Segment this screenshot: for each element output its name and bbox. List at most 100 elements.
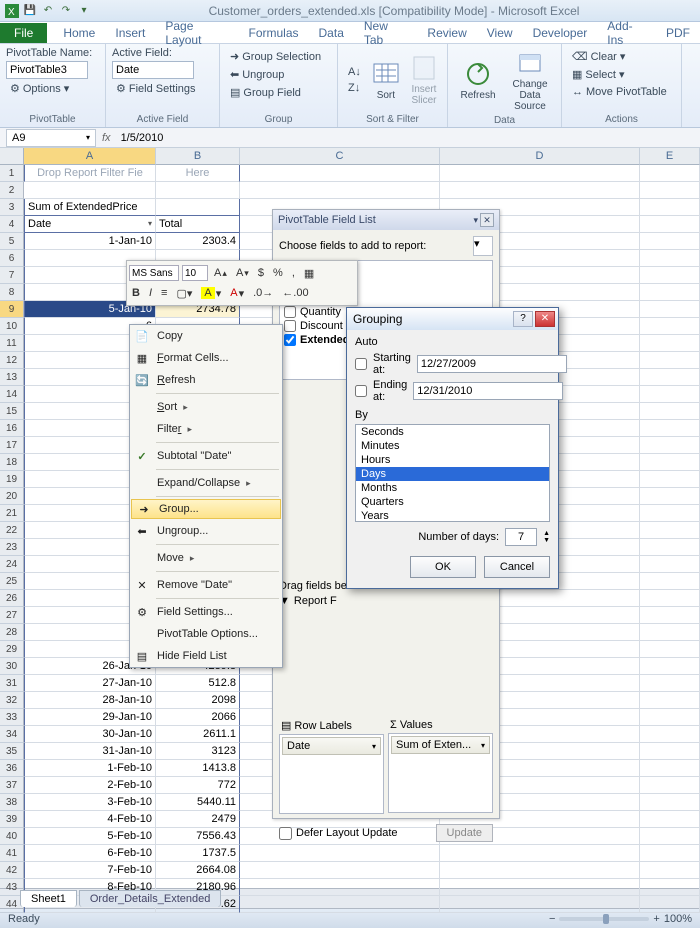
increase-font-icon[interactable]: A▴ (211, 267, 230, 279)
tab-developer[interactable]: Developer (523, 23, 598, 43)
date-cell[interactable]: 5-Feb-10 (24, 828, 156, 845)
cell[interactable]: Here (156, 165, 240, 182)
row-hdr[interactable]: 1 (0, 165, 24, 182)
date-cell[interactable]: 3-Feb-10 (24, 794, 156, 811)
cell[interactable] (240, 862, 440, 879)
cell[interactable] (640, 675, 700, 692)
row-hdr[interactable]: 15 (0, 403, 24, 420)
refresh-button[interactable]: Refresh (454, 47, 502, 114)
cell[interactable] (24, 182, 156, 199)
cell[interactable] (640, 590, 700, 607)
cell[interactable] (640, 216, 700, 233)
by-option[interactable]: Years (356, 509, 549, 522)
total-header-cell[interactable]: Total (156, 216, 240, 233)
row-hdr[interactable]: 41 (0, 845, 24, 862)
by-option[interactable]: Minutes (356, 439, 549, 453)
value-cell[interactable]: 2664.08 (156, 862, 240, 879)
tab-insert[interactable]: Insert (105, 23, 155, 43)
row-hdr[interactable]: 37 (0, 777, 24, 794)
ctx-refresh[interactable]: 🔄Refresh (130, 369, 282, 391)
cell[interactable] (640, 471, 700, 488)
ending-input[interactable] (413, 382, 563, 400)
align-icon[interactable]: ≡ (158, 287, 170, 299)
value-cell[interactable]: 512.8 (156, 675, 240, 692)
mini-font[interactable] (129, 265, 179, 281)
tab-pdf[interactable]: PDF (656, 23, 700, 43)
cell[interactable] (440, 862, 640, 879)
value-cell[interactable]: 1413.8 (156, 760, 240, 777)
cell[interactable] (440, 896, 640, 913)
row-hdr[interactable]: 19 (0, 471, 24, 488)
cell[interactable] (640, 845, 700, 862)
value-cell[interactable]: 5440.11 (156, 794, 240, 811)
date-header-cell[interactable]: Date (24, 216, 156, 233)
cell[interactable] (640, 709, 700, 726)
cell[interactable] (640, 556, 700, 573)
date-cell[interactable]: 28-Jan-10 (24, 692, 156, 709)
by-option[interactable]: Hours (356, 453, 549, 467)
field-list-close-icon[interactable]: ✕ (480, 213, 494, 227)
ctx-ungroup[interactable]: ⬅Ungroup... (130, 520, 282, 542)
cell[interactable] (640, 879, 700, 896)
col-hdr-a[interactable]: A (24, 148, 156, 165)
cell[interactable] (640, 301, 700, 318)
field-settings-button[interactable]: ⚙Field Settings (112, 81, 213, 96)
filter-drop-area[interactable]: Drop Report Filter Fie (24, 165, 156, 182)
row-hdr[interactable]: 29 (0, 641, 24, 658)
col-hdr-b[interactable]: B (156, 148, 240, 165)
row-hdr[interactable]: 32 (0, 692, 24, 709)
col-hdr-d[interactable]: D (440, 148, 640, 165)
group-field-button[interactable]: ▤Group Field (226, 85, 331, 100)
cell[interactable] (640, 182, 700, 199)
row-hdr[interactable]: 13 (0, 369, 24, 386)
row-hdr[interactable]: 28 (0, 624, 24, 641)
row-hdr[interactable]: 33 (0, 709, 24, 726)
row-hdr[interactable]: 30 (0, 658, 24, 675)
cell[interactable] (640, 896, 700, 913)
cell[interactable] (640, 828, 700, 845)
ctx-subtotal[interactable]: ✓Subtotal "Date" (130, 445, 282, 467)
cell[interactable] (640, 352, 700, 369)
ok-button[interactable]: OK (410, 556, 476, 578)
move-pt-button[interactable]: ↔Move PivotTable (568, 85, 675, 99)
cell[interactable] (640, 726, 700, 743)
date-cell[interactable]: 30-Jan-10 (24, 726, 156, 743)
date-cell[interactable]: 4-Feb-10 (24, 811, 156, 828)
cell[interactable] (640, 539, 700, 556)
cell[interactable] (640, 199, 700, 216)
redo-icon[interactable]: ↷ (58, 3, 74, 19)
value-cell[interactable]: 1737.5 (156, 845, 240, 862)
ctx-field-settings[interactable]: ⚙Field Settings... (130, 601, 282, 623)
tab-review[interactable]: Review (417, 23, 476, 43)
cell[interactable] (440, 182, 640, 199)
row-hdr[interactable]: 18 (0, 454, 24, 471)
by-option[interactable]: Days (356, 467, 549, 481)
tab-view[interactable]: View (477, 23, 523, 43)
fx-icon[interactable]: fx (96, 132, 117, 144)
cell[interactable] (440, 165, 640, 182)
cell[interactable] (640, 692, 700, 709)
ctx-remove[interactable]: ✕Remove "Date" (130, 574, 282, 596)
undo-icon[interactable]: ↶ (40, 3, 56, 19)
change-source-button[interactable]: Change Data Source (506, 47, 554, 114)
cell[interactable] (240, 896, 440, 913)
cell[interactable] (156, 182, 240, 199)
col-hdr-e[interactable]: E (640, 148, 700, 165)
decrease-font-icon[interactable]: A▾ (233, 267, 252, 279)
border-icon[interactable]: ▢▾ (173, 287, 195, 300)
cell[interactable] (640, 369, 700, 386)
value-cell[interactable]: 2098 (156, 692, 240, 709)
cell[interactable] (640, 760, 700, 777)
cell[interactable] (640, 233, 700, 250)
row-hdr[interactable]: 8 (0, 284, 24, 301)
cell[interactable] (640, 607, 700, 624)
row-hdr[interactable]: 40 (0, 828, 24, 845)
col-hdr-c[interactable]: C (240, 148, 440, 165)
dialog-close-icon[interactable]: ✕ (535, 311, 555, 327)
sheet-tab-active[interactable]: Sheet1 (20, 890, 77, 907)
date-cell[interactable]: 1-Feb-10 (24, 760, 156, 777)
value-cell[interactable]: 2303.4 (156, 233, 240, 250)
row-hdr[interactable]: 12 (0, 352, 24, 369)
format-icon[interactable]: ▦ (301, 267, 317, 280)
value-cell[interactable]: 2611.1 (156, 726, 240, 743)
